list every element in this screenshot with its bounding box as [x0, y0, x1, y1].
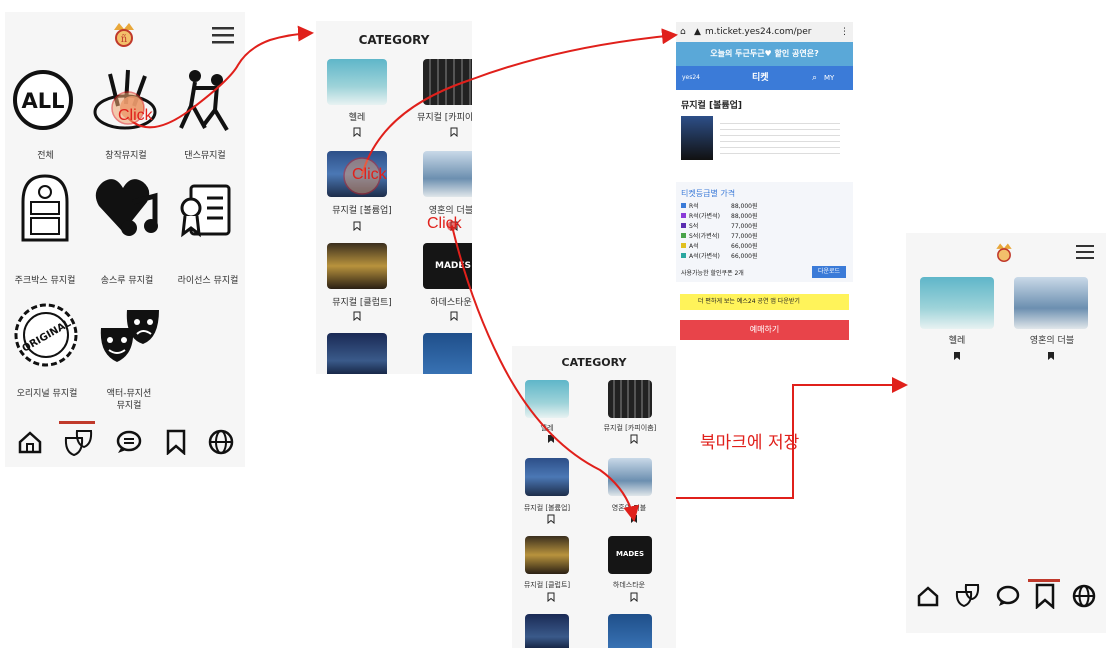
arrow-to-category-list	[127, 25, 314, 129]
click-annotation-3: Click	[427, 215, 462, 232]
click-annotation-2: Click	[352, 166, 387, 183]
arrow-to-ticket-page	[361, 28, 678, 176]
flow-arrows	[111, 25, 908, 522]
click-annotation-1: Click	[118, 107, 153, 124]
save-bookmark-annotation: 북마크에 저장	[700, 433, 800, 453]
arrow-to-bookmark-toggle	[451, 225, 640, 522]
